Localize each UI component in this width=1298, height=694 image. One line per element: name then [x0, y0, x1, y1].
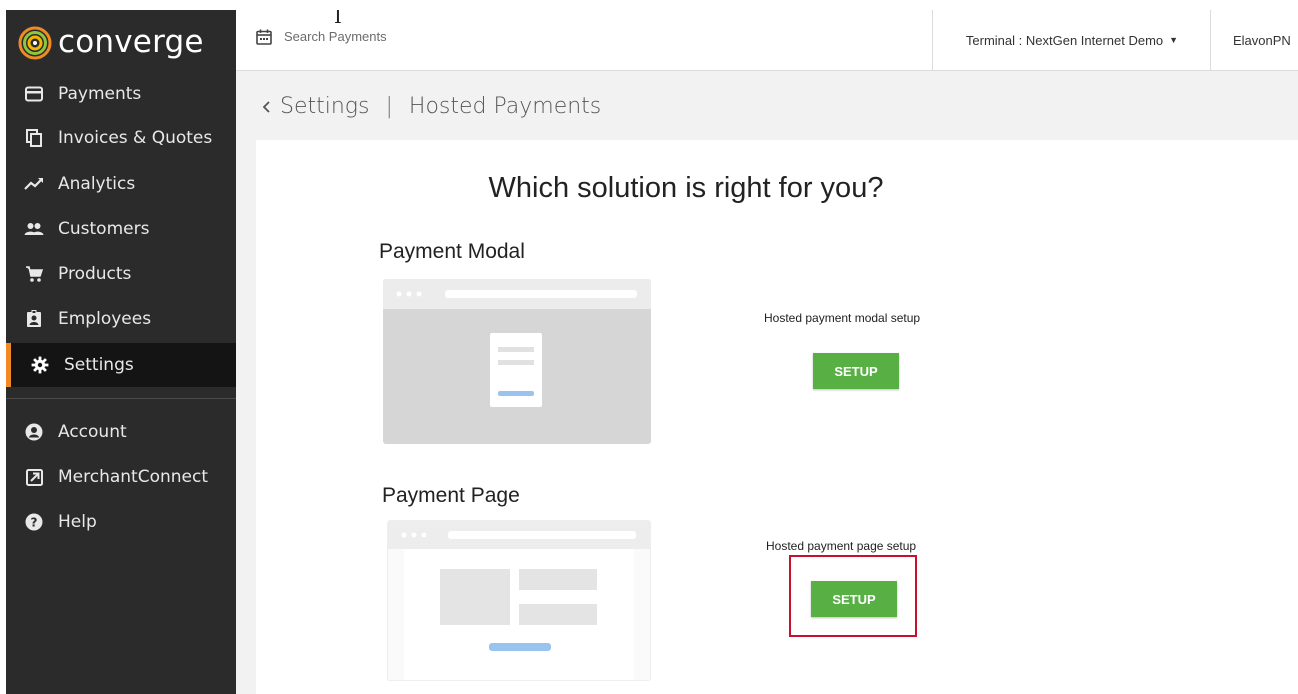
payment-page-setup-label: Hosted payment page setup [766, 539, 917, 553]
sidebar-item-products[interactable]: Products [6, 252, 236, 296]
trend-icon [24, 174, 44, 194]
search-input[interactable] [282, 28, 586, 45]
svg-text:?: ? [31, 516, 38, 530]
badge-icon [24, 309, 44, 329]
user-label: ElavonPN [1233, 32, 1291, 48]
sidebar-item-account[interactable]: Account [6, 410, 236, 454]
sidebar-divider [6, 398, 236, 399]
sidebar-item-analytics[interactable]: Analytics [6, 162, 236, 206]
app-frame: converge Payments Invoices & Quotes Anal… [6, 10, 1298, 694]
caret-down-icon: ▼ [1169, 35, 1179, 45]
page-title: Which solution is right for you? [488, 172, 884, 204]
sidebar: converge Payments Invoices & Quotes Anal… [6, 10, 236, 694]
highlight-box [789, 555, 917, 637]
breadcrumb: Settings | Hosted Payments [262, 94, 601, 119]
payment-page-preview [387, 520, 651, 681]
sidebar-item-merchantconnect[interactable]: MerchantConnect [6, 455, 236, 499]
sidebar-item-help[interactable]: ? Help [6, 500, 236, 544]
help-icon: ? [24, 512, 44, 532]
calendar-icon [256, 29, 272, 45]
terminal-dropdown[interactable]: Terminal : NextGen Internet Demo ▼ [932, 10, 1211, 70]
payment-modal-preview [383, 279, 651, 444]
sidebar-item-label: MerchantConnect [58, 467, 209, 487]
brand-name: converge [58, 24, 204, 60]
sidebar-item-employees[interactable]: Employees [6, 297, 236, 341]
user-menu[interactable]: ElavonPN [1210, 10, 1298, 70]
content-card: Which solution is right for you? Payment… [256, 140, 1298, 694]
text-cursor-icon: I [334, 10, 342, 28]
breadcrumb-current: Hosted Payments [408, 94, 602, 119]
sidebar-item-settings[interactable]: Settings [6, 343, 236, 387]
sidebar-item-label: Payments [58, 84, 142, 104]
breadcrumb-separator: | [385, 94, 393, 119]
external-link-icon [24, 467, 44, 487]
copy-icon [24, 128, 44, 148]
gear-icon [30, 355, 50, 375]
payment-modal-title: Payment Modal [379, 240, 525, 263]
sidebar-item-invoices-quotes[interactable]: Invoices & Quotes [6, 116, 236, 160]
card-icon [24, 84, 44, 104]
user-circle-icon [24, 422, 44, 442]
terminal-label: Terminal : NextGen Internet Demo [965, 32, 1164, 48]
chevron-left-icon [262, 100, 270, 113]
sidebar-item-label: Help [58, 512, 97, 532]
sidebar-item-label: Invoices & Quotes [58, 128, 213, 148]
sidebar-item-label: Customers [58, 219, 150, 239]
sidebar-item-payments[interactable]: Payments [6, 72, 236, 116]
cart-icon [24, 264, 44, 284]
payment-modal-setup-button[interactable]: SETUP [813, 353, 899, 389]
top-bar: Terminal : NextGen Internet Demo ▼ Elavo… [236, 10, 1298, 71]
payment-modal-setup-label: Hosted payment modal setup [764, 311, 921, 325]
search-bar [256, 28, 586, 45]
sidebar-item-label: Employees [58, 309, 152, 329]
people-icon [24, 219, 44, 239]
back-link[interactable]: Settings [262, 94, 369, 119]
sidebar-item-label: Products [58, 264, 132, 284]
sidebar-item-label: Settings [64, 355, 134, 375]
brand-logo[interactable]: converge [18, 20, 228, 64]
converge-logo-icon [18, 26, 52, 60]
sidebar-item-label: Account [58, 422, 127, 442]
sidebar-item-customers[interactable]: Customers [6, 207, 236, 251]
sidebar-item-label: Analytics [58, 174, 136, 194]
breadcrumb-parent: Settings [280, 94, 370, 119]
payment-page-title: Payment Page [382, 484, 520, 507]
